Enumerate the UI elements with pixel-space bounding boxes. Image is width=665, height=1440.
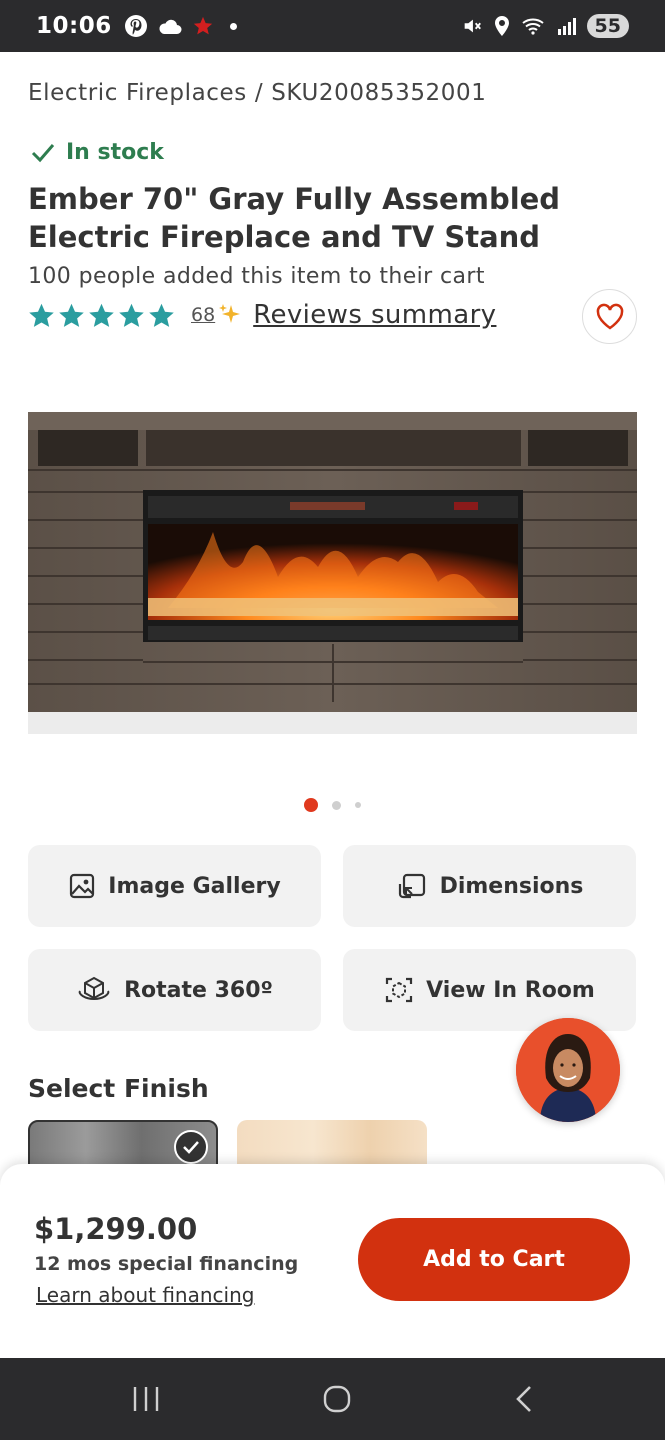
star-rating[interactable] <box>28 302 175 329</box>
purchase-sheet: $1,299.00 12 mos special financing Learn… <box>0 1164 665 1358</box>
back-icon[interactable] <box>513 1384 535 1414</box>
status-time: 10:06 <box>36 13 112 39</box>
rotate-360-label: Rotate 360º <box>124 977 273 1003</box>
reviews-summary-link[interactable]: Reviews summary <box>253 300 496 330</box>
view-in-room-icon <box>386 977 413 1003</box>
image-gallery-button[interactable]: Image Gallery <box>28 845 321 927</box>
rating-row: 68 Reviews summary <box>28 300 496 330</box>
breadcrumb: Electric Fireplaces / SKU20085352001 <box>28 80 486 106</box>
sparkle-icon <box>219 304 241 323</box>
financing-text: 12 mos special financing <box>34 1253 299 1275</box>
star-icon <box>193 16 212 35</box>
notification-dot <box>229 22 237 30</box>
favorite-button[interactable] <box>582 289 637 344</box>
carousel-indicator <box>0 798 665 812</box>
carousel-dot[interactable] <box>304 798 318 812</box>
rotate-360-button[interactable]: Rotate 360º <box>28 949 321 1031</box>
rating-star-icon <box>149 303 174 327</box>
dimensions-icon <box>398 873 425 899</box>
rating-star-icon <box>29 303 54 327</box>
check-icon <box>31 143 55 162</box>
battery-indicator: 55 <box>586 14 629 38</box>
location-icon <box>494 16 509 36</box>
product-price: $1,299.00 <box>34 1212 198 1246</box>
learn-financing-link[interactable]: Learn about financing <box>36 1283 254 1307</box>
selected-check-icon <box>174 1130 208 1164</box>
system-nav-bar <box>0 1358 665 1440</box>
product-title: Ember 70" Gray Fully Assembled Electric … <box>28 182 561 254</box>
add-to-cart-button[interactable]: Add to Cart <box>358 1218 630 1301</box>
carousel-dot[interactable] <box>332 800 341 810</box>
signal-icon <box>557 18 576 35</box>
cart-count-text: 100 people added this item to their cart <box>28 264 485 289</box>
status-bar: 10:06 55 <box>0 0 665 52</box>
dimensions-label: Dimensions <box>439 873 584 899</box>
breadcrumb-sku: SKU20085352001 <box>271 80 487 106</box>
mute-icon <box>464 19 481 33</box>
carousel-dot[interactable] <box>355 802 361 808</box>
dimensions-button[interactable]: Dimensions <box>343 845 636 927</box>
view-in-room-button[interactable]: View In Room <box>343 949 636 1031</box>
heart-icon <box>596 303 623 330</box>
product-image[interactable] <box>28 412 637 734</box>
recent-apps-icon[interactable] <box>131 1385 161 1413</box>
review-count[interactable]: 68 <box>191 304 215 326</box>
home-icon[interactable] <box>322 1384 352 1414</box>
cloud-icon <box>159 19 182 34</box>
image-gallery-label: Image Gallery <box>108 873 281 899</box>
pinterest-icon <box>124 15 147 37</box>
wifi-icon <box>521 18 544 35</box>
rotate-360-icon <box>78 976 110 1001</box>
rating-star-icon <box>59 303 84 327</box>
select-finish-heading: Select Finish <box>28 1074 209 1103</box>
rating-star-icon <box>119 303 144 327</box>
stock-status-label: In stock <box>66 140 164 165</box>
rating-star-icon <box>89 303 114 327</box>
chat-agent-avatar[interactable] <box>516 1018 620 1122</box>
stock-status: In stock <box>30 140 164 165</box>
view-in-room-label: View In Room <box>426 977 595 1003</box>
image-icon <box>70 873 95 899</box>
breadcrumb-category[interactable]: Electric Fireplaces <box>28 80 247 106</box>
breadcrumb-separator: / <box>254 80 264 106</box>
